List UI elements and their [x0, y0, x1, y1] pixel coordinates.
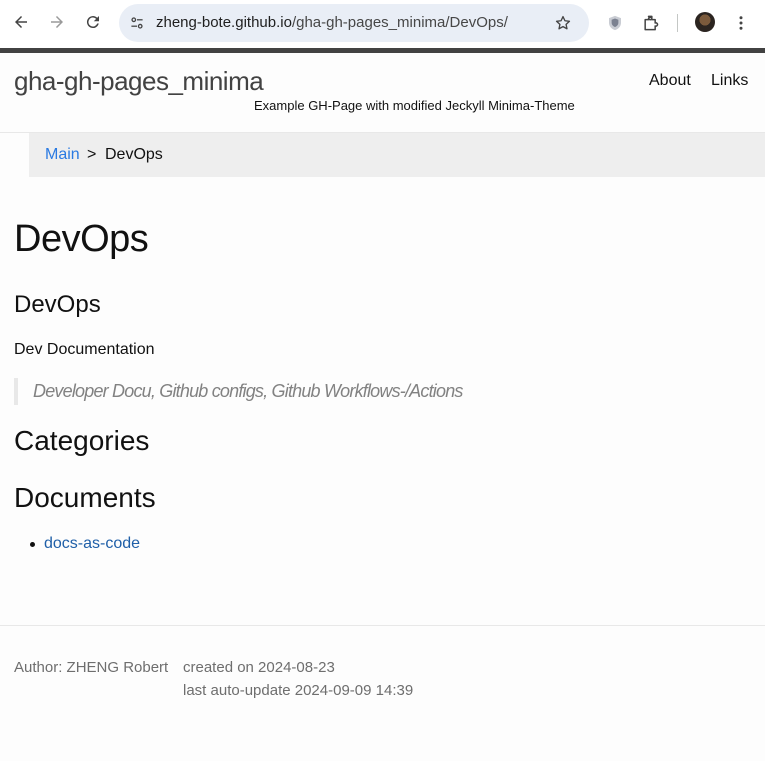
- site-header: gha-gh-pages_minima Example GH-Page with…: [0, 53, 765, 133]
- toolbar-divider: [677, 14, 678, 32]
- reload-icon[interactable]: [80, 9, 106, 35]
- breadcrumb: Main > DevOps: [29, 133, 765, 177]
- back-icon[interactable]: [8, 9, 34, 35]
- shield-extension-icon[interactable]: [604, 12, 626, 34]
- address-bar[interactable]: zheng-bote.github.io/gha-gh-pages_minima…: [119, 4, 589, 42]
- footer-created-date: created on 2024-08-23: [183, 659, 335, 676]
- breadcrumb-separator: >: [87, 146, 97, 163]
- document-link-docs-as-code[interactable]: docs-as-code: [44, 535, 140, 553]
- breadcrumb-link-main[interactable]: Main: [45, 146, 80, 164]
- page-title: DevOps: [14, 218, 149, 260]
- more-menu-icon[interactable]: [730, 12, 752, 34]
- site-footer: Author: ZHENG Robert created on 2024-08-…: [0, 625, 765, 761]
- star-icon[interactable]: [553, 13, 573, 33]
- nav-link-about[interactable]: About: [649, 72, 691, 90]
- section-heading-devops: DevOps: [14, 291, 101, 318]
- site-subtitle: Example GH-Page with modified Jeckyll Mi…: [254, 98, 575, 113]
- nav-link-links[interactable]: Links: [711, 72, 748, 90]
- list-item: docs-as-code: [30, 535, 140, 553]
- breadcrumb-current: DevOps: [105, 146, 163, 163]
- bullet-icon: [30, 541, 35, 547]
- documents-list: docs-as-code: [30, 535, 140, 553]
- description-quote: Developer Docu, Github configs, Github W…: [14, 378, 463, 405]
- site-info-icon[interactable]: [127, 13, 147, 33]
- url-text[interactable]: zheng-bote.github.io/gha-gh-pages_minima…: [156, 14, 508, 31]
- url-host: zheng-bote.github.io: [156, 14, 292, 31]
- forward-icon[interactable]: [44, 9, 70, 35]
- description-text: Dev Documentation: [14, 341, 155, 358]
- footer-author: Author: ZHENG Robert: [14, 659, 169, 676]
- profile-avatar[interactable]: [695, 12, 715, 32]
- documents-heading: Documents: [14, 482, 156, 513]
- site-title[interactable]: gha-gh-pages_minima: [14, 66, 264, 97]
- extensions-icon[interactable]: [640, 12, 662, 34]
- categories-heading: Categories: [14, 425, 150, 456]
- footer-updated-date: last auto-update 2024-09-09 14:39: [183, 682, 414, 699]
- url-path: /gha-gh-pages_minima/DevOps/: [291, 14, 508, 31]
- browser-toolbar: zheng-bote.github.io/gha-gh-pages_minima…: [0, 0, 765, 48]
